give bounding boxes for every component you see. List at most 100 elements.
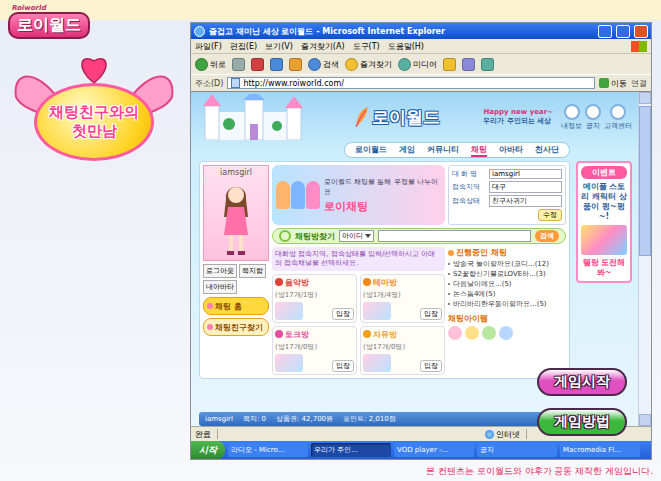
ad-text: 메이플 스토리 캐릭터 상품이 펑~펑~! xyxy=(581,182,627,222)
taskbar-item[interactable]: 공지 xyxy=(477,443,557,457)
toolbar-icon-button[interactable] xyxy=(232,58,245,71)
info-field[interactable]: 친구사귀기 xyxy=(489,195,562,207)
search-input[interactable] xyxy=(378,230,531,242)
edit-button[interactable]: 수정 xyxy=(538,209,562,221)
channel-count: (방1개/4명) xyxy=(363,290,442,300)
toolbar-icon-button[interactable] xyxy=(481,58,494,71)
toolbar-icon-button[interactable] xyxy=(270,58,283,71)
live-chat-column: 진행중인 채팅방송국 놀이할까요(코디...(12) S2꽃향신기블로LOVE하.… xyxy=(448,247,566,375)
nav-item[interactable]: 로이월드 xyxy=(355,144,387,157)
nav-item[interactable]: 천사단 xyxy=(535,144,559,157)
search-type-select[interactable]: 아이디 xyxy=(339,230,374,242)
start-button[interactable]: 시작 xyxy=(191,441,225,459)
window-control-button[interactable] xyxy=(598,25,612,38)
banner-copy: 로이월드 채팅을 통해 우정을 나누어요로이채팅 xyxy=(324,177,441,214)
menu-item[interactable]: 편집(E) xyxy=(230,41,257,52)
menu-item[interactable]: 파일(F) xyxy=(195,41,222,52)
info-field[interactable]: 대구 xyxy=(489,181,562,193)
toolbar-button[interactable]: 미디어 xyxy=(398,58,437,71)
side-menu-item[interactable]: 채팅 홈 xyxy=(203,297,269,315)
menu-item[interactable]: 도구(T) xyxy=(353,41,380,52)
channel-count: (방17개/0명) xyxy=(275,342,354,352)
scrollbar[interactable] xyxy=(638,92,651,426)
address-bar: 주소(D)http://www.roiworld.com/이동연결 xyxy=(191,74,651,91)
live-title: 진행중인 채팅 xyxy=(448,247,566,258)
search-button[interactable]: 검색 xyxy=(535,230,559,242)
live-chat-item[interactable]: 방송국 놀이할까요(코디...(12) xyxy=(448,260,566,268)
channel-grid: 음악방(방17개/1명)입장테마방(방1개/4명)입장토크방(방17개/0명)입… xyxy=(272,274,445,375)
taskbar-item[interactable]: 라디오 - Micro... xyxy=(228,443,308,457)
live-chat-item[interactable]: 바리바리한우동이할까요...(5) xyxy=(448,300,566,308)
enter-button[interactable]: 입장 xyxy=(420,360,442,372)
nav-item[interactable]: 채팅 xyxy=(471,144,487,157)
enter-button[interactable]: 입장 xyxy=(420,308,442,320)
taskbar-item[interactable]: 우리가 주인... xyxy=(311,443,391,457)
game-button[interactable]: 게임방법 xyxy=(537,408,627,436)
channel-icon xyxy=(275,330,283,338)
channel-header: 테마방 xyxy=(363,277,442,288)
nav-item[interactable]: 커뮤니티 xyxy=(427,144,459,157)
channel-card: 자유방(방17개/0명)입장 xyxy=(360,326,445,375)
channel-footer: 입장 xyxy=(275,302,354,320)
greeting-line: Happy new year~ xyxy=(483,108,553,116)
info-row: 접속지역대구 xyxy=(452,181,562,193)
status-panel xyxy=(217,429,479,439)
channel-card: 음악방(방17개/1명)입장 xyxy=(272,274,357,323)
address-label: 주소(D) xyxy=(195,78,223,89)
enter-button[interactable]: 입장 xyxy=(332,360,354,372)
nav-item[interactable]: 아바타 xyxy=(499,144,523,157)
avatar-box: iamsgirl xyxy=(203,165,269,261)
menu-item[interactable]: 즐겨찾기(A) xyxy=(301,41,345,52)
info-label: 대 화 명 xyxy=(452,169,486,179)
ad-title: 이벤트 xyxy=(581,166,627,179)
taskbar-item[interactable]: Macromedia Fl... xyxy=(560,443,640,457)
address-field[interactable]: http://www.roiworld.com/ xyxy=(227,77,595,89)
channel-header: 자유방 xyxy=(363,329,442,340)
toolbar-icon-button[interactable] xyxy=(443,58,456,71)
top-icon-button[interactable]: 공지 xyxy=(585,104,601,131)
info-field[interactable]: iamsgirl xyxy=(489,169,562,179)
top-icon-button[interactable]: 내정보 xyxy=(561,104,582,131)
scroll-arrow-icon xyxy=(639,414,651,426)
toolbar-icon-button[interactable] xyxy=(289,58,302,71)
channel-card: 토크방 (방17개/0명) 입장 xyxy=(272,326,357,375)
window-control-button[interactable] xyxy=(634,25,648,38)
profile-name: iamsgirl xyxy=(220,168,252,177)
game-buttons: 게임시작게임방법 xyxy=(537,368,627,436)
title-text: 채팅친구와의 첫만남 xyxy=(44,103,144,141)
nav-item[interactable]: 게임 xyxy=(399,144,415,157)
window-control-button[interactable] xyxy=(616,25,630,38)
search-label: 채팅방찾기 xyxy=(295,231,335,242)
toolbar-button[interactable]: 검색 xyxy=(308,58,339,71)
toolbar-icon-button[interactable] xyxy=(462,58,475,71)
toolbar-icon-button[interactable] xyxy=(251,58,264,71)
scroll-thumb[interactable] xyxy=(639,106,651,256)
profile-button[interactable]: 쪽지함 xyxy=(239,264,266,278)
game-button[interactable]: 게임시작 xyxy=(537,368,627,396)
profile-button[interactable]: 내아바타 xyxy=(203,280,237,294)
taskbar-item[interactable]: VOD player -... xyxy=(394,443,474,457)
banner-avatar-icon xyxy=(306,181,320,209)
channel-header: 토크방 xyxy=(275,329,354,340)
top-icon-button[interactable]: 고객센터 xyxy=(604,104,632,131)
channel-name: 자유방 xyxy=(373,329,397,340)
live-chat-item[interactable]: 논스톱4에(5) xyxy=(448,290,566,298)
toolbar-button[interactable]: 즐겨찾기 xyxy=(345,58,392,71)
profile-buttons: 로그아웃쪽지함내아바타 xyxy=(203,264,269,294)
menu-item[interactable]: 도움말(H) xyxy=(388,41,424,52)
enter-button[interactable]: 입장 xyxy=(332,308,354,320)
title-circle: 채팅친구와의 첫만남 xyxy=(34,83,154,161)
channel-footer: 입장 xyxy=(275,354,354,372)
castle-illustration xyxy=(199,94,309,140)
ad-cta[interactable]: 텔랑 도전해봐~ xyxy=(581,258,627,278)
menu-item[interactable]: 보기(V) xyxy=(265,41,293,52)
profile-button[interactable]: 로그아웃 xyxy=(203,264,237,278)
live-chat-item[interactable]: S2꽃향신기블로LOVE하...(3) xyxy=(448,270,566,278)
side-menu-item[interactable]: 채팅친구찾기 xyxy=(203,318,269,336)
go-button[interactable]: 이동 xyxy=(599,78,627,89)
toolbar-button[interactable]: 뒤로 xyxy=(195,58,226,71)
live-chat-item[interactable]: 다음날이에요...(5) xyxy=(448,280,566,288)
site-logo[interactable]: 로이월드 xyxy=(317,106,475,129)
toolbar-icon xyxy=(195,58,208,71)
window-title: 즐겁고 재미난 세상 로이월드 - Microsoft Internet Exp… xyxy=(209,26,594,37)
